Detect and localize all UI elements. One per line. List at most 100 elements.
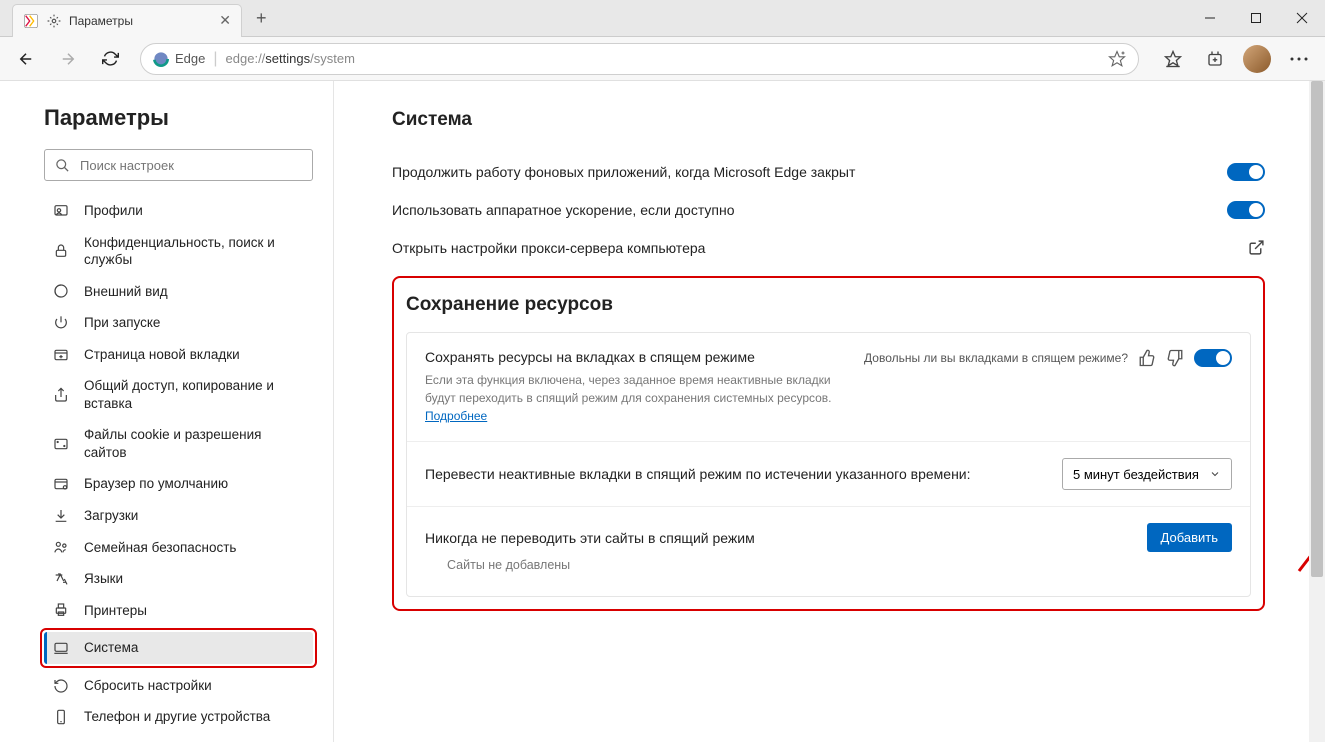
sidebar-item-default-browser[interactable]: Браузер по умолчанию — [44, 468, 313, 500]
sidebar-item-printers[interactable]: Принтеры — [44, 595, 313, 627]
forward-button[interactable] — [48, 41, 88, 77]
menu-button[interactable] — [1279, 41, 1319, 77]
window-controls — [1187, 0, 1325, 37]
edge-label: Edge — [175, 51, 205, 66]
collections-button[interactable] — [1195, 41, 1235, 77]
power-icon — [52, 315, 70, 331]
sidebar-item-label: Языки — [84, 570, 123, 588]
sidebar-item-label: Конфиденциальность, поиск и службы — [84, 234, 305, 269]
download-icon — [52, 508, 70, 524]
vertical-scrollbar[interactable] — [1309, 81, 1325, 742]
minimize-button[interactable] — [1187, 0, 1233, 37]
dropdown-value: 5 минут бездействия — [1073, 467, 1199, 482]
setting-label: Продолжить работу фоновых приложений, ко… — [392, 164, 1227, 180]
sidebar-item-label: Семейная безопасность — [84, 539, 236, 557]
url-text: edge://settings/system — [226, 51, 355, 66]
cookies-icon — [52, 436, 70, 452]
timeout-row: Перевести неактивные вкладки в спящий ре… — [407, 442, 1250, 507]
never-sleep-label: Никогда не переводить эти сайты в спящий… — [425, 530, 1147, 546]
sleep-title: Сохранять ресурсы на вкладках в спящем р… — [425, 349, 844, 365]
browser-icon — [52, 476, 70, 492]
system-icon — [52, 640, 70, 656]
sleep-tabs-card: Сохранять ресурсы на вкладках в спящем р… — [406, 332, 1251, 597]
toggle-background-apps[interactable] — [1227, 163, 1265, 181]
back-button[interactable] — [6, 41, 46, 77]
gear-icon — [47, 14, 61, 28]
learn-more-link[interactable]: Подробнее — [425, 409, 487, 423]
sidebar-item-phone[interactable]: Телефон и другие устройства — [44, 701, 313, 733]
search-input[interactable] — [80, 158, 302, 173]
browser-tab[interactable]: Параметры ✕ — [12, 4, 242, 37]
reload-button[interactable] — [90, 41, 130, 77]
timeout-dropdown[interactable]: 5 минут бездействия — [1062, 458, 1232, 490]
thumbs-down-icon[interactable] — [1166, 349, 1184, 367]
titlebar: Параметры ✕ + — [0, 0, 1325, 37]
favorite-star-icon[interactable] — [1108, 50, 1126, 68]
sidebar-item-reset[interactable]: Сбросить настройки — [44, 670, 313, 702]
sidebar-item-family[interactable]: Семейная безопасность — [44, 532, 313, 564]
tab-title: Параметры — [69, 14, 211, 28]
search-icon — [55, 158, 70, 173]
browser-toolbar: Edge | edge://settings/system — [0, 37, 1325, 81]
sidebar-item-cookies[interactable]: Файлы cookie и разрешения сайтов — [44, 419, 313, 468]
sidebar-search[interactable] — [44, 149, 313, 181]
toggle-sleep-tabs[interactable] — [1194, 349, 1232, 367]
timeout-label: Перевести неактивные вкладки в спящий ре… — [425, 466, 1042, 482]
sidebar-item-onstartup[interactable]: При запуске — [44, 307, 313, 339]
tab-close-icon[interactable]: ✕ — [219, 12, 231, 29]
toggle-hardware-accel[interactable] — [1227, 201, 1265, 219]
sidebar-item-share[interactable]: Общий доступ, копирование и вставка — [44, 370, 313, 419]
section-title-resources: Сохранение ресурсов — [406, 294, 1251, 316]
sidebar-item-system[interactable]: Система — [44, 632, 313, 664]
setting-label: Использовать аппаратное ускорение, если … — [392, 202, 1227, 218]
add-site-button[interactable]: Добавить — [1147, 523, 1232, 552]
sidebar-item-languages[interactable]: Языки — [44, 563, 313, 595]
thumbs-up-icon[interactable] — [1138, 349, 1156, 367]
sidebar-item-privacy[interactable]: Конфиденциальность, поиск и службы — [44, 227, 313, 276]
setting-row-hardware: Использовать аппаратное ускорение, если … — [392, 191, 1265, 229]
profile-avatar[interactable] — [1243, 45, 1271, 73]
sidebar-item-newtab[interactable]: Страница новой вкладки — [44, 339, 313, 371]
close-window-button[interactable] — [1279, 0, 1325, 37]
favorites-button[interactable] — [1153, 41, 1193, 77]
sidebar-item-label: Профили — [84, 202, 143, 220]
maximize-button[interactable] — [1233, 0, 1279, 37]
share-icon — [52, 387, 70, 403]
sidebar-title: Параметры — [44, 105, 313, 131]
empty-sites-text: Сайты не добавлены — [425, 552, 1232, 580]
never-sleep-row: Никогда не переводить эти сайты в спящий… — [407, 507, 1250, 596]
reset-icon — [52, 678, 70, 694]
appearance-icon — [52, 283, 70, 299]
sidebar-item-downloads[interactable]: Загрузки — [44, 500, 313, 532]
sidebar-item-label: Принтеры — [84, 602, 147, 620]
sidebar-item-profiles[interactable]: Профили — [44, 195, 313, 227]
language-icon — [52, 571, 70, 587]
tab-favicon — [23, 13, 39, 29]
address-bar[interactable]: Edge | edge://settings/system — [140, 43, 1139, 75]
scrollbar-thumb[interactable] — [1311, 81, 1323, 577]
external-link-icon[interactable] — [1248, 239, 1265, 256]
highlight-box: Система — [40, 628, 317, 668]
profile-icon — [52, 203, 70, 219]
sidebar-item-label: Общий доступ, копирование и вставка — [84, 377, 305, 412]
setting-row-proxy[interactable]: Открыть настройки прокси-сервера компьют… — [392, 229, 1265, 266]
sidebar-item-label: Внешний вид — [84, 283, 168, 301]
sidebar-item-label: Браузер по умолчанию — [84, 475, 228, 493]
sidebar-item-appearance[interactable]: Внешний вид — [44, 276, 313, 308]
sidebar-item-label: Сбросить настройки — [84, 677, 212, 695]
lock-icon — [52, 243, 70, 259]
sidebar-item-label: Система — [84, 639, 138, 657]
sleep-desc: Если эта функция включена, через заданно… — [425, 371, 844, 425]
sleep-toggle-row: Сохранять ресурсы на вкладках в спящем р… — [407, 333, 1250, 442]
newtab-icon — [52, 347, 70, 363]
settings-sidebar: Параметры Профили Конфиденциальность, по… — [0, 81, 334, 742]
sidebar-item-label: Телефон и другие устройства — [84, 708, 270, 726]
new-tab-button[interactable]: + — [250, 8, 273, 29]
sidebar-item-label: При запуске — [84, 314, 160, 332]
sidebar-item-label: Страница новой вкладки — [84, 346, 240, 364]
site-identity[interactable]: Edge — [153, 51, 205, 67]
setting-label: Открыть настройки прокси-сервера компьют… — [392, 240, 1248, 256]
chevron-down-icon — [1209, 468, 1221, 480]
highlight-section: Сохранение ресурсов Сохранять ресурсы на… — [392, 276, 1265, 611]
sidebar-item-label: Файлы cookie и разрешения сайтов — [84, 426, 305, 461]
